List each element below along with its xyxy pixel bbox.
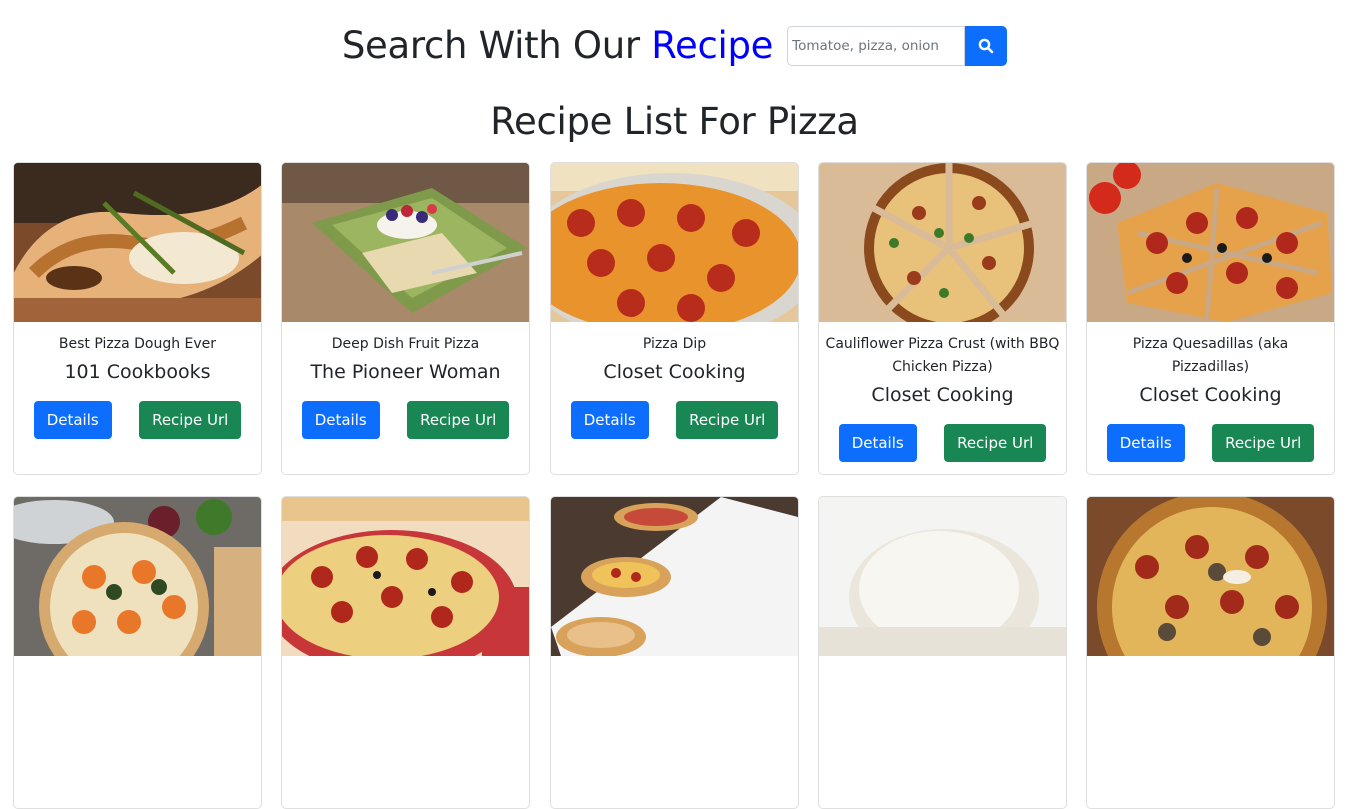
details-button[interactable]: Details (33, 401, 112, 439)
recipe-publisher: Closet Cooking (1139, 384, 1282, 406)
details-button[interactable]: Details (1106, 424, 1185, 462)
recipe-image (551, 163, 798, 322)
recipe-image (14, 163, 261, 322)
recipe-card (1086, 496, 1335, 809)
title-prefix: Search With Our (341, 24, 640, 67)
recipe-title: Pizza Quesadillas (aka Pizzadillas) (1132, 336, 1289, 375)
recipe-image (1087, 497, 1334, 656)
recipe-title: Cauliflower Pizza Crust (with BBQ Chicke… (825, 336, 1060, 375)
recipe-url-button[interactable]: Recipe Url (407, 401, 510, 439)
search-icon (978, 38, 994, 54)
search-input[interactable] (787, 26, 966, 66)
recipe-image (282, 497, 529, 656)
title-accent: Recipe (651, 24, 774, 67)
details-button[interactable]: Details (301, 401, 380, 439)
recipe-card: Cauliflower Pizza Crust (with BBQ Chicke… (818, 162, 1067, 475)
recipe-image (14, 497, 261, 656)
recipe-url-button[interactable]: Recipe Url (676, 401, 779, 439)
search-header: Search With Our Recipe (0, 22, 1349, 70)
recipe-image (551, 497, 798, 656)
recipe-card: Pizza Quesadillas (aka Pizzadillas) Clos… (1086, 162, 1335, 475)
recipe-publisher: Closet Cooking (603, 361, 746, 383)
recipe-card (13, 496, 262, 809)
details-button[interactable]: Details (570, 401, 649, 439)
recipe-card (818, 496, 1067, 809)
recipe-image (819, 163, 1066, 322)
recipe-card (550, 496, 799, 809)
recipe-url-button[interactable]: Recipe Url (1212, 424, 1315, 462)
recipe-title: Best Pizza Dough Ever (58, 336, 217, 352)
search-button[interactable] (965, 26, 1008, 66)
recipe-title: Deep Dish Fruit Pizza (331, 336, 480, 352)
recipe-card (281, 496, 530, 809)
page-title: Search With Our Recipe (341, 22, 774, 70)
recipe-url-button[interactable]: Recipe Url (944, 424, 1047, 462)
recipe-title: Pizza Dip (642, 336, 707, 352)
recipe-card: Pizza Dip Closet Cooking Details Recipe … (550, 162, 799, 475)
recipe-url-button[interactable]: Recipe Url (139, 401, 242, 439)
recipe-card: Best Pizza Dough Ever 101 Cookbooks Deta… (13, 162, 262, 475)
recipe-publisher: Closet Cooking (871, 384, 1014, 406)
recipe-image (819, 497, 1066, 656)
recipe-card: Deep Dish Fruit Pizza The Pioneer Woman … (281, 162, 530, 475)
recipe-image (282, 163, 529, 322)
recipe-image (1087, 163, 1334, 322)
recipe-list-heading: Recipe List For Pizza (490, 100, 859, 143)
recipe-publisher: 101 Cookbooks (64, 361, 211, 383)
details-button[interactable]: Details (838, 424, 917, 462)
recipe-publisher: The Pioneer Woman (310, 361, 501, 383)
